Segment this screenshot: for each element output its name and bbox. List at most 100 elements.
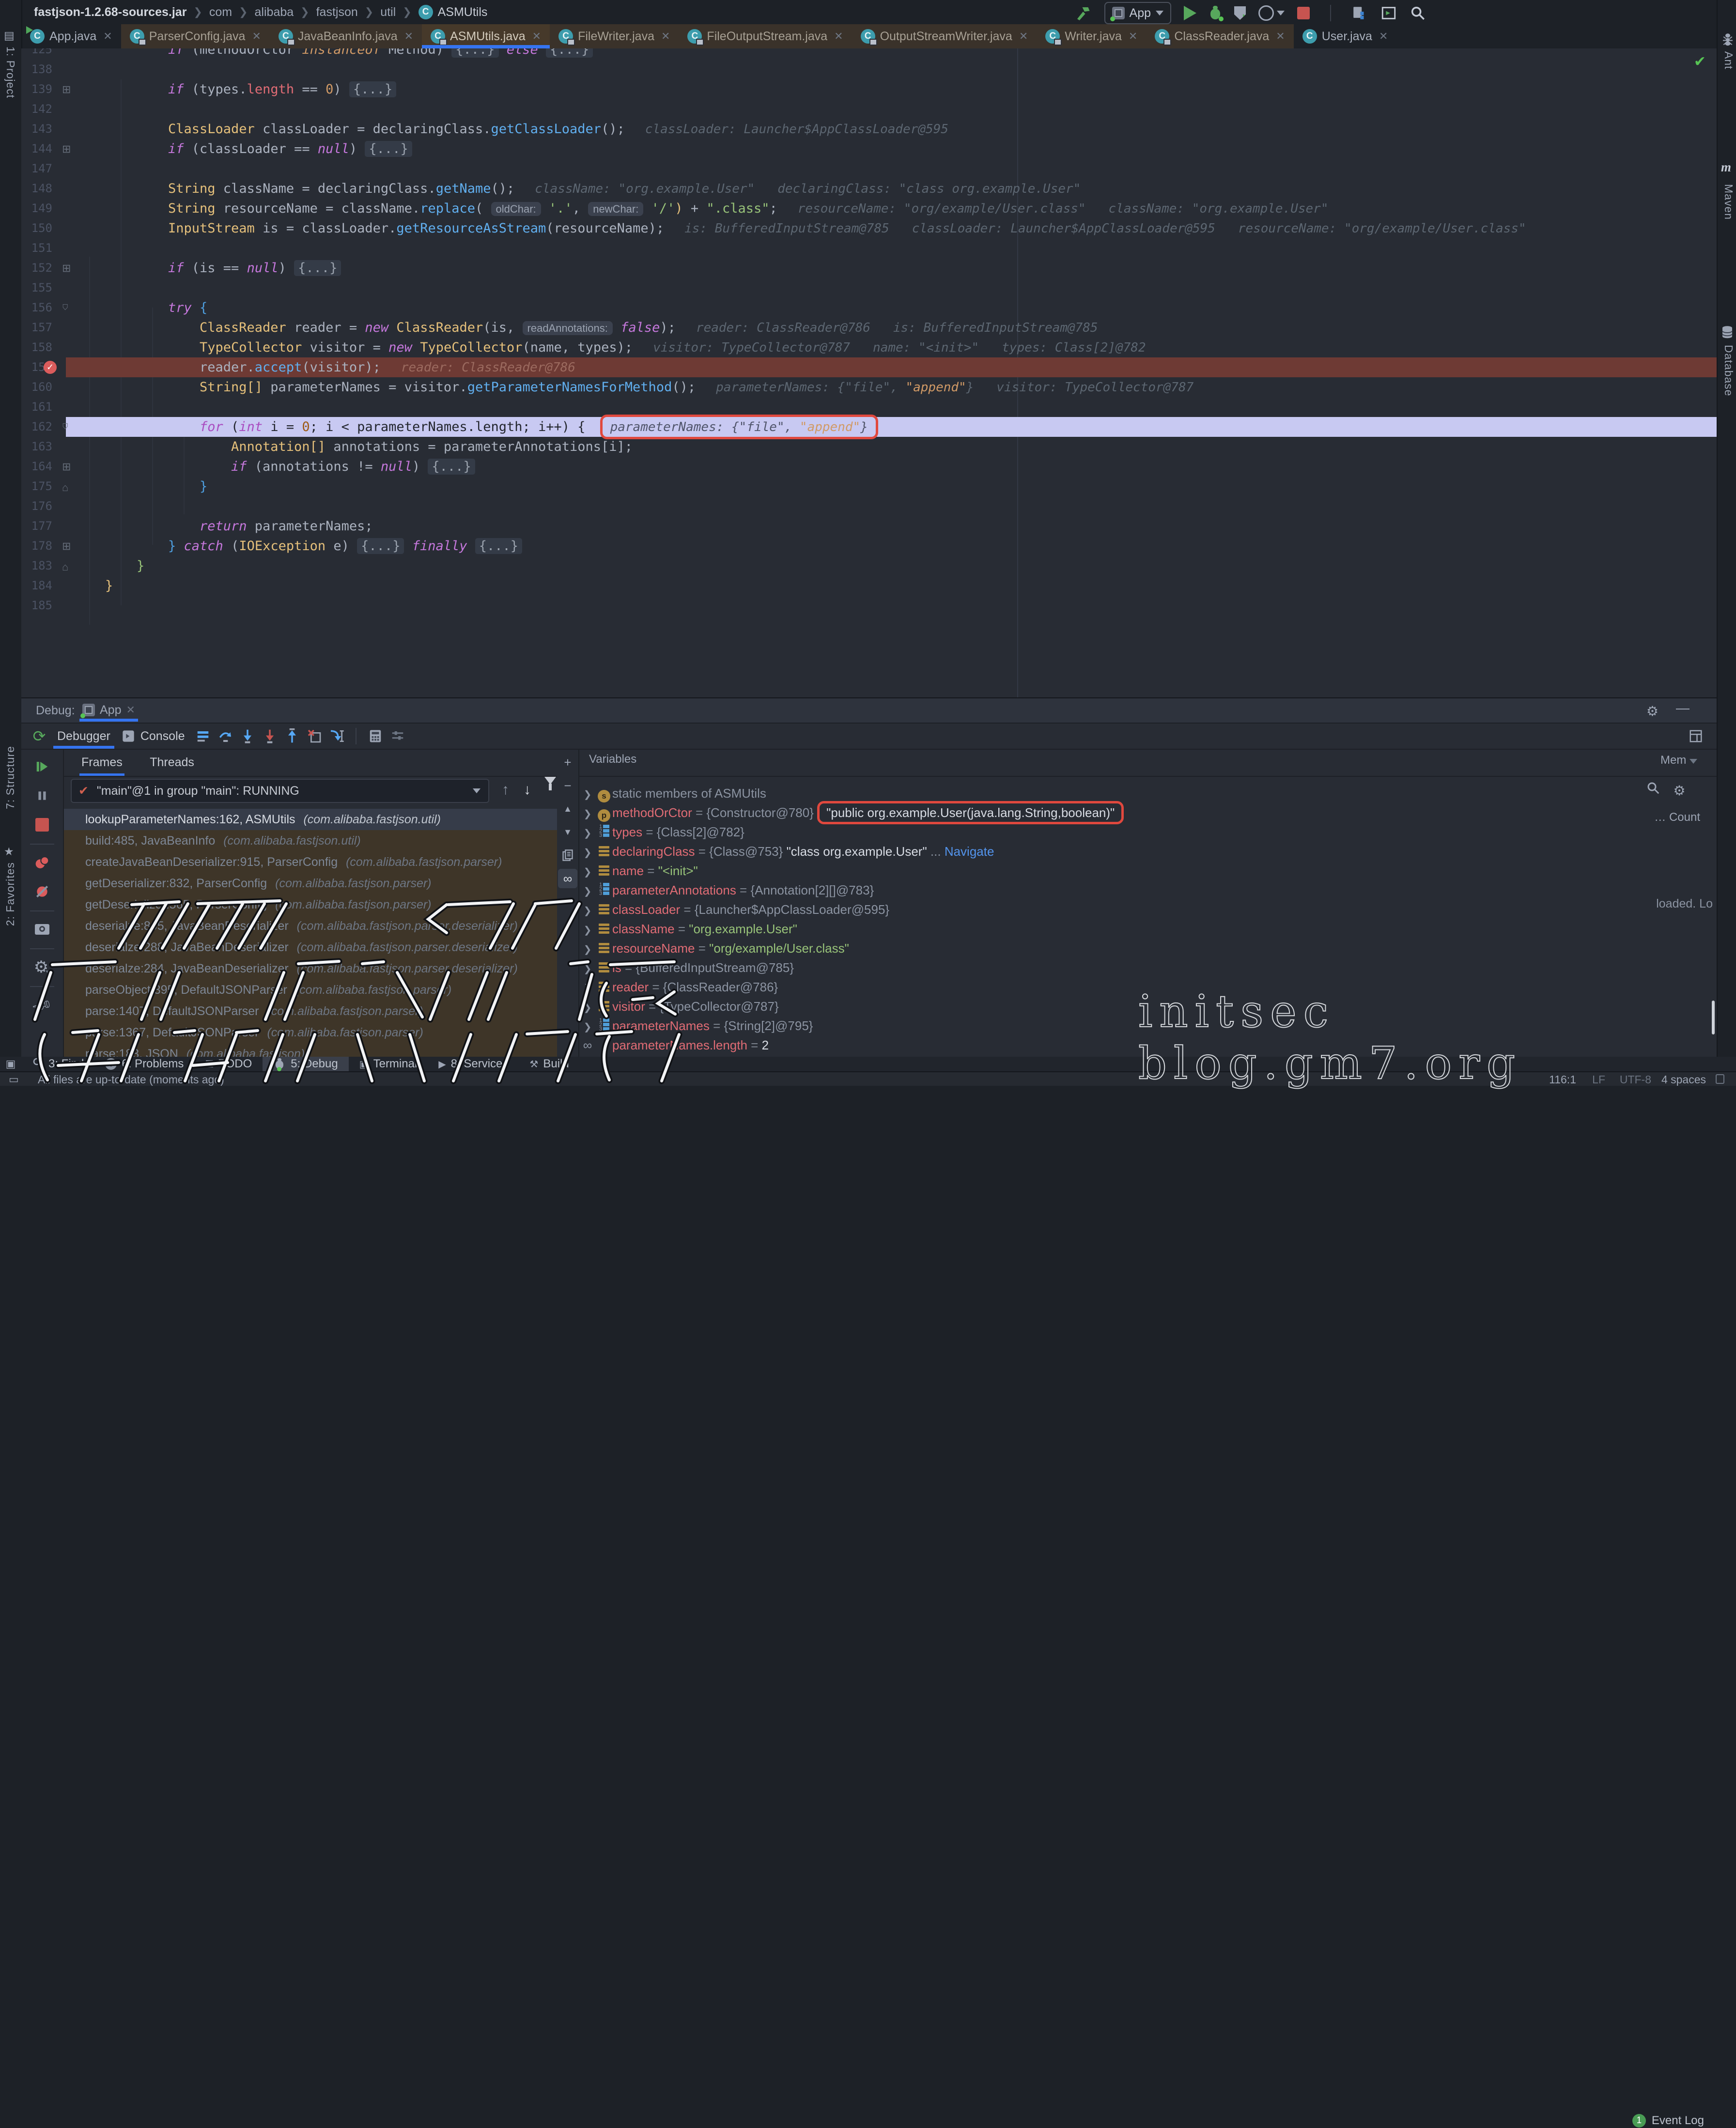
stack-frame-row[interactable]: getDeserializer:832, ParserConfig (com.a… <box>64 873 557 894</box>
stack-frame-row[interactable]: deserialze:284, JavaBeanDeserializer (co… <box>64 958 557 979</box>
code-line[interactable]: 176 <box>21 496 1717 516</box>
drop-frame-icon[interactable] <box>303 725 326 747</box>
stack-frame-row[interactable]: deserialze:288, JavaBeanDeserializer (co… <box>64 937 557 958</box>
code-line[interactable]: 161 <box>21 397 1717 417</box>
variable-row[interactable]: ❯123parameterAnnotations = {Annotation[2… <box>579 880 1717 900</box>
build-hammer-icon[interactable] <box>1074 4 1092 22</box>
breadcrumb-item[interactable]: com <box>209 0 232 24</box>
filter-icon[interactable] <box>544 777 556 793</box>
thread-dump-camera-icon[interactable] <box>31 918 53 941</box>
expander-icon[interactable]: ❯ <box>579 843 596 863</box>
stop-button[interactable] <box>1297 7 1310 19</box>
code-line[interactable]: 142 <box>21 99 1717 119</box>
code-line[interactable]: 164⊞if (annotations != null) {...} <box>21 457 1717 477</box>
tab-debugger[interactable]: Debugger <box>50 724 117 749</box>
run-config-selector[interactable]: App <box>1104 2 1171 24</box>
code-line[interactable]: 177return parameterNames; <box>21 516 1717 536</box>
fold-marker-icon[interactable]: ⊞ <box>62 139 71 159</box>
step-out-icon[interactable] <box>281 725 303 747</box>
view-breakpoints-icon[interactable] <box>31 851 53 874</box>
editor-tab[interactable]: CFileWriter.java✕ <box>550 24 679 48</box>
breadcrumb-item[interactable]: fastjson-1.2.68-sources.jar <box>34 0 186 24</box>
code-line[interactable]: 151 <box>21 238 1717 258</box>
breadcrumb[interactable]: fastjson-1.2.68-sources.jar❯com❯alibaba❯… <box>34 0 487 24</box>
variable-row[interactable]: ❯classLoader = {Launcher$AppClassLoader@… <box>579 900 1717 919</box>
profiler-button[interactable] <box>1258 5 1285 21</box>
layout-settings-icon[interactable] <box>387 725 409 747</box>
code-line[interactable]: 152⊞if (is == null) {...} <box>21 258 1717 278</box>
stack-frame-row[interactable]: getDeserializer:565, ParserConfig (com.a… <box>64 894 557 915</box>
expander-icon[interactable]: ❯ <box>579 921 596 940</box>
show-watches-icon[interactable]: ∞ <box>558 869 577 888</box>
expander-icon[interactable]: ❯ <box>579 940 596 959</box>
stack-frame-row[interactable]: parse:1407, DefaultJSONParser (com.aliba… <box>64 1001 557 1022</box>
expander-icon[interactable]: ❯ <box>579 1018 596 1037</box>
tab-threads[interactable]: Threads <box>148 749 196 776</box>
variable-row[interactable]: ❯declaringClass = {Class@753} "class org… <box>579 842 1717 861</box>
fold-marker-icon[interactable]: ⌂ <box>62 557 68 577</box>
expander-icon[interactable]: ❯ <box>579 901 596 921</box>
close-icon[interactable]: ✕ <box>532 30 541 43</box>
expander-icon[interactable]: ❯ <box>579 785 596 804</box>
bottom-bar-item-services[interactable]: ▶8: Services <box>428 1057 519 1071</box>
editor-tab[interactable]: CUser.java✕ <box>1294 24 1397 48</box>
editor-tab[interactable]: COutputStreamWriter.java✕ <box>852 24 1037 48</box>
breadcrumb-item[interactable]: util <box>380 0 396 24</box>
code-line[interactable]: 149String resourceName = className.repla… <box>21 199 1717 218</box>
tool-window-switcher-icon[interactable]: ▣ <box>0 1058 21 1070</box>
sidebar-item-structure[interactable]: 7: Structure <box>4 746 17 809</box>
breakpoint-icon[interactable]: ✓ <box>44 361 57 374</box>
close-icon[interactable]: ✕ <box>834 30 843 43</box>
breadcrumb-item[interactable]: fastjson <box>316 0 358 24</box>
expander-icon[interactable]: ❯ <box>579 998 596 1018</box>
expander-icon[interactable]: ❯ <box>579 959 596 979</box>
duplicate-icon[interactable] <box>558 846 577 865</box>
fold-marker-icon[interactable]: ⌂ <box>62 478 68 497</box>
evaluate-expression-icon[interactable] <box>364 725 387 747</box>
bottom-bar-item-debug[interactable]: 5: Debug <box>263 1057 348 1071</box>
close-icon[interactable]: ✕ <box>1019 30 1028 43</box>
remove-watch-icon[interactable]: − <box>558 776 577 795</box>
window-icon[interactable]: ▭ <box>9 1073 19 1086</box>
code-line[interactable]: 163Annotation[] annotations = parameterA… <box>21 437 1717 457</box>
close-icon[interactable]: ✕ <box>404 30 413 43</box>
debug-session-tab[interactable]: App ✕ <box>75 698 143 722</box>
variable-row[interactable]: ❯sstatic members of ASMUtils <box>579 784 1717 803</box>
run-button[interactable] <box>1184 6 1196 20</box>
expander-icon[interactable]: ❯ <box>579 863 596 882</box>
step-into-icon[interactable] <box>236 725 259 747</box>
code-line[interactable]: 148String className = declaringClass.get… <box>21 179 1717 199</box>
bottom-bar-item-problems[interactable]: !6: Problems <box>94 1057 194 1071</box>
code-line[interactable]: 143ClassLoader classLoader = declaringCl… <box>21 119 1717 139</box>
editor-tab[interactable]: CParserConfig.java✕ <box>121 24 270 48</box>
stop-icon[interactable] <box>31 814 53 836</box>
stack-frame-row[interactable]: build:485, JavaBeanInfo (com.alibaba.fas… <box>64 830 557 851</box>
bottom-bar-item-build[interactable]: ⚒Build <box>519 1057 579 1071</box>
variable-row[interactable]: ❯resourceName = "org/example/User.class" <box>579 939 1717 958</box>
show-execution-point-icon[interactable] <box>192 725 214 747</box>
minimize-icon[interactable]: — <box>1676 700 1690 716</box>
code-line[interactable]: 175⌂} <box>21 477 1717 496</box>
pause-icon[interactable] <box>31 785 53 807</box>
fold-marker-icon[interactable]: ⌂ <box>62 417 68 437</box>
coverage-button[interactable] <box>1234 6 1246 20</box>
editor-tab[interactable]: CASMUtils.java✕ <box>422 24 550 48</box>
sidebar-item-favorites[interactable]: 2: Favorites <box>4 862 17 926</box>
code-line[interactable]: 159✓reader.accept(visitor);reader: Class… <box>21 357 1717 377</box>
expander-icon[interactable]: ❯ <box>579 979 596 998</box>
debugger-settings-gear-icon[interactable]: ⚙ <box>31 956 53 978</box>
fold-marker-icon[interactable]: ⊞ <box>62 258 71 278</box>
search-everywhere-icon[interactable] <box>1410 5 1426 21</box>
close-icon[interactable]: ✕ <box>1379 30 1388 43</box>
variable-row[interactable]: ❯is = {BufferedInputStream@785} <box>579 958 1717 977</box>
close-icon[interactable]: ✕ <box>661 30 670 43</box>
editor-tab[interactable]: CJavaBeanInfo.java✕ <box>270 24 422 48</box>
expander-icon[interactable]: ❯ <box>579 882 596 901</box>
expander-icon[interactable]: ❯ <box>579 824 596 843</box>
code-line[interactable]: 150InputStream is = classLoader.getResou… <box>21 218 1717 238</box>
debug-button[interactable] <box>1209 6 1222 20</box>
move-down-icon[interactable]: ▼ <box>558 822 577 842</box>
stack-frame-row[interactable]: parse:1367, DefaultJSONParser (com.aliba… <box>64 1022 557 1043</box>
move-up-icon[interactable]: ▲ <box>558 799 577 818</box>
code-line[interactable]: 157ClassReader reader = new ClassReader(… <box>21 318 1717 338</box>
